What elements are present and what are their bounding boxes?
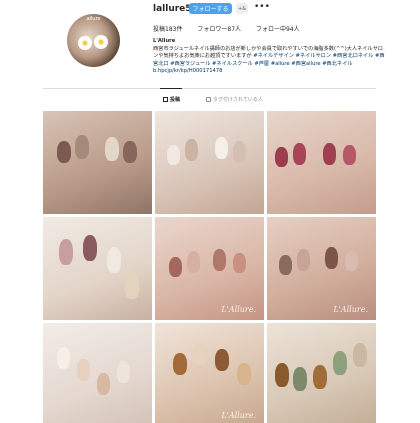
post-tile[interactable]	[267, 323, 376, 423]
bio-name: L'Allure	[153, 38, 176, 44]
tag-icon	[206, 97, 211, 102]
posts-count: 投稿183件	[153, 26, 183, 33]
watermark-text: L'Allure.	[221, 305, 256, 314]
followers-count[interactable]: フォロワー87人	[197, 26, 241, 33]
more-horizontal-icon[interactable]: •••	[254, 3, 270, 12]
following-count[interactable]: フォロー中94人	[256, 26, 300, 33]
tab-tagged-label: タグ付けされている人	[213, 97, 263, 103]
watermark-text: L'Allure.	[333, 305, 368, 314]
bio-link[interactable]: b.hpcjp/kr/kp/H000171478	[153, 68, 222, 74]
post-tile[interactable]	[43, 323, 152, 423]
active-tab-indicator	[160, 88, 182, 89]
avatar-text: allure	[86, 16, 101, 22]
avatar[interactable]: allure	[67, 14, 120, 67]
tabs-divider	[43, 88, 376, 89]
post-tile[interactable]: L'Allure.	[155, 323, 264, 423]
post-tile[interactable]: L'Allure.	[155, 217, 264, 320]
watermark-text: L'Allure.	[221, 411, 256, 420]
post-tile[interactable]	[267, 111, 376, 214]
tab-posts-label: 投稿	[170, 97, 181, 103]
post-tile[interactable]	[43, 217, 152, 320]
post-tile[interactable]	[155, 111, 264, 214]
profile-bio: L'Allure 西宮市ラジュールネイル講師のお店が新しかや会員で取れやすいでの…	[153, 38, 388, 76]
follow-button[interactable]: フォローする	[189, 3, 232, 14]
suggest-button[interactable]: +&	[236, 3, 248, 14]
profile-stats: 投稿183件 フォロワー87人 フォロー中94人	[153, 24, 313, 33]
flower-icon	[78, 36, 92, 50]
grid-icon	[163, 97, 168, 102]
tab-posts[interactable]: 投稿	[163, 96, 180, 103]
post-tile[interactable]	[43, 111, 152, 214]
profile-username: lallure5	[153, 4, 192, 14]
tab-tagged[interactable]: タグ付けされている人	[206, 96, 263, 103]
flower-icon	[94, 35, 108, 49]
post-tile[interactable]: L'Allure.	[267, 217, 376, 320]
posts-grid: L'Allure. L'Allure. L'Allure.	[43, 111, 376, 423]
